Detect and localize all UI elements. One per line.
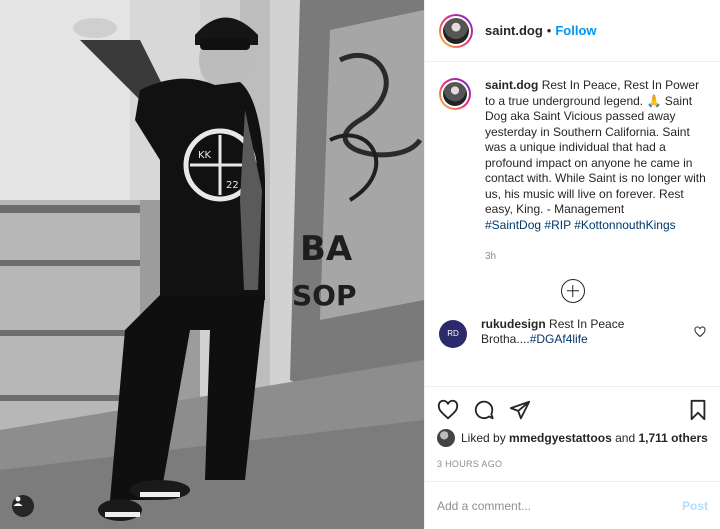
tagged-users-icon[interactable] (12, 495, 34, 517)
shirt-text-right: 22 (226, 180, 239, 191)
likes-prefix: Liked by (461, 431, 506, 445)
hashtag-link[interactable]: #RIP (544, 218, 570, 232)
post-timestamp[interactable]: 3 HOURS AGO (437, 459, 708, 469)
graffiti-text-2: SOP (292, 279, 357, 312)
post-comment-button[interactable]: Post (682, 499, 708, 513)
comment-body: rukudesign Rest In Peace Brotha....#DGAf… (481, 317, 686, 348)
comment-item: RD rukudesign Rest In Peace Brotha....#D… (439, 317, 706, 348)
comment-input[interactable] (437, 498, 682, 513)
comment-avatar[interactable]: RD (439, 319, 467, 348)
post-photo[interactable]: BA SOP KK 22 (0, 0, 424, 529)
action-row (437, 393, 708, 427)
bookmark-icon[interactable] (688, 399, 708, 421)
plus-circle-icon[interactable] (560, 278, 585, 303)
comment-bubble-icon[interactable] (473, 399, 495, 421)
caption-avatar[interactable] (439, 78, 471, 110)
header-separator: • (546, 23, 552, 38)
add-comment-bar: Post (425, 481, 720, 529)
caption-age: 3h (485, 251, 497, 262)
heart-outline-icon[interactable] (437, 399, 459, 421)
comments-section: saint.dog Rest In Peace, Rest In Power t… (425, 62, 720, 386)
comment-hashtag[interactable]: #DGAf4life (530, 332, 588, 346)
likes-summary: Liked by mmedgyestattoos and 1,711 other… (437, 429, 708, 447)
caption-text: Rest In Peace, Rest In Power to a true u… (485, 78, 706, 216)
follow-button[interactable]: Follow (555, 23, 596, 38)
load-more-comments (439, 278, 706, 303)
likes-middle: and (615, 431, 636, 445)
caption-body: saint.dog Rest In Peace, Rest In Power t… (485, 78, 706, 265)
shirt-text-left: KK (198, 150, 212, 161)
liker-username[interactable]: mmedgyestattoos (509, 431, 612, 445)
post-header: saint.dog • Follow (425, 0, 720, 62)
likes-count-link[interactable]: 1,711 others (638, 431, 707, 445)
hashtag-link[interactable]: #SaintDog (485, 218, 541, 232)
header-username[interactable]: saint.dog (485, 23, 543, 38)
header-avatar[interactable] (439, 13, 473, 48)
graffiti-text-1: BA (300, 229, 353, 269)
photo-illustration: BA SOP KK 22 (0, 0, 424, 529)
paper-plane-icon[interactable] (509, 399, 531, 421)
hashtag-link[interactable]: #KottonnouthKings (574, 218, 675, 232)
post-actions: Liked by mmedgyestattoos and 1,711 other… (425, 386, 720, 469)
caption-username[interactable]: saint.dog (485, 78, 538, 92)
instagram-post: BA SOP KK 22 saint.dog • Follow saint.do… (0, 0, 720, 529)
post-side-panel: saint.dog • Follow saint.dog Rest In Pea… (424, 0, 720, 529)
caption: saint.dog Rest In Peace, Rest In Power t… (439, 78, 706, 265)
comment-username[interactable]: rukudesign (481, 317, 546, 331)
liker-avatar[interactable] (437, 429, 455, 447)
comment-like-heart-icon[interactable] (694, 325, 706, 343)
